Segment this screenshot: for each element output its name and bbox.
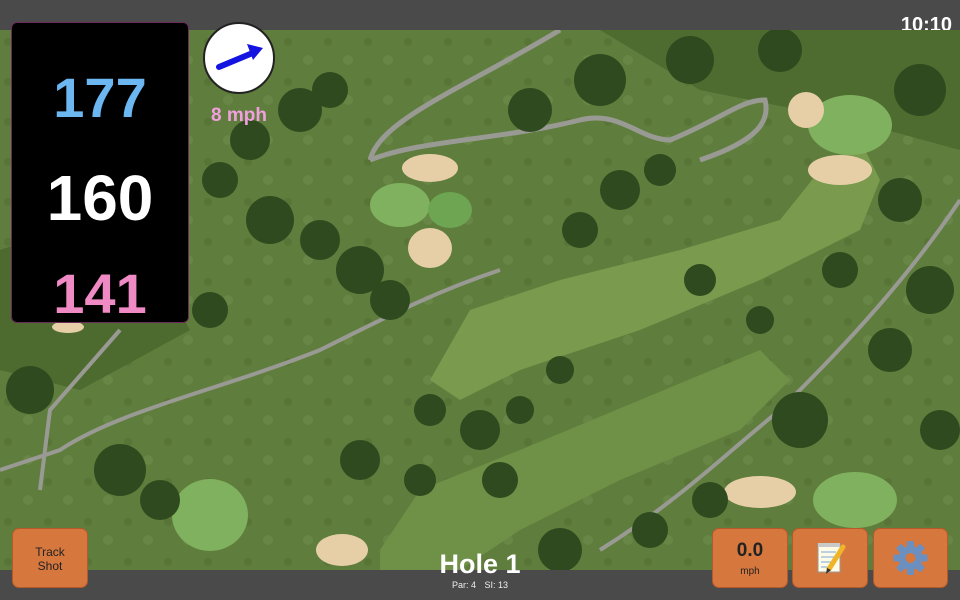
back-distance: 177 <box>53 66 147 129</box>
notepad-pencil-icon <box>817 543 846 574</box>
wind-direction-dial <box>203 22 275 94</box>
wind-button-unit: mph <box>740 566 760 577</box>
settings-button[interactable] <box>873 528 948 588</box>
gear-icon <box>893 541 928 575</box>
track-shot-label-line1: Track <box>35 545 65 559</box>
arrow-right-icon <box>216 44 263 70</box>
center-distance: 160 <box>46 162 154 234</box>
hole-title: Hole 1 <box>439 549 521 579</box>
track-shot-button[interactable]: Track Shot <box>12 528 88 588</box>
front-distance: 141 <box>53 262 147 325</box>
hole-si: SI: 13 <box>484 580 509 590</box>
notes-button[interactable] <box>792 528 868 588</box>
wind-button-value: 0.0 <box>736 540 764 561</box>
hole-par: Par: 4 <box>451 580 476 590</box>
track-shot-label-line2: Shot <box>37 559 63 573</box>
wind-speed-button[interactable]: 0.0 mph <box>712 528 788 588</box>
hole-meta: Par: 4 SI: 13 <box>380 580 580 591</box>
hole-info: Hole 1 Par: 4 SI: 13 <box>380 548 580 591</box>
distance-panel: 177 160 141 <box>11 22 189 325</box>
wind-speed-label: 8 mph <box>211 105 267 126</box>
